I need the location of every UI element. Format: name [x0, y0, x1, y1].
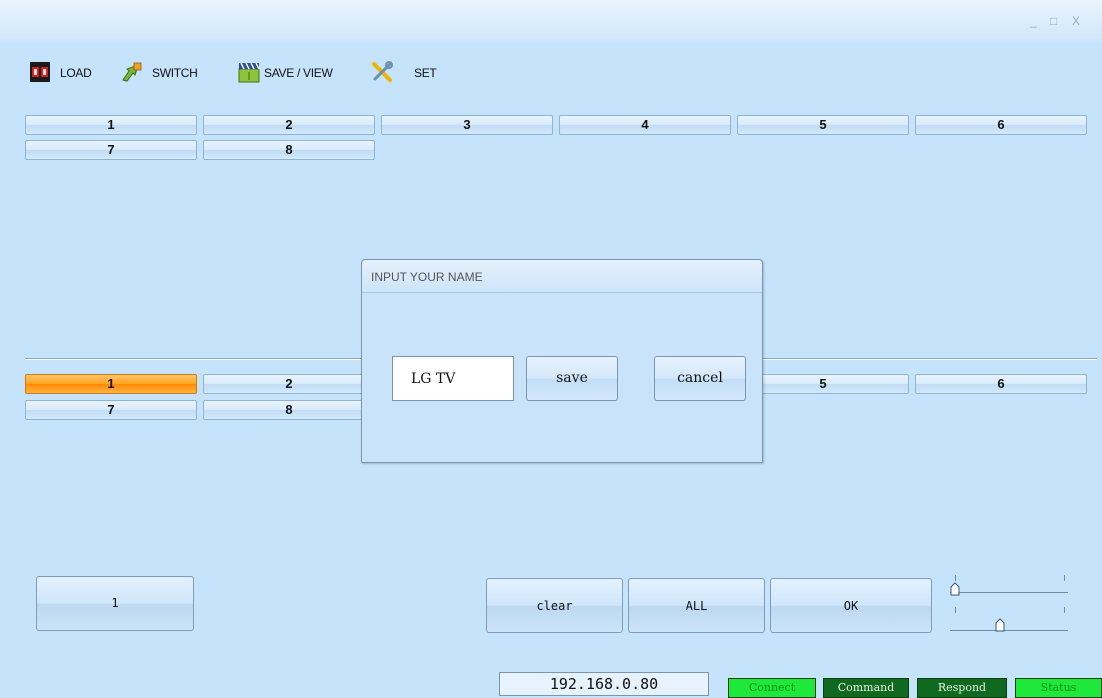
output-button-1[interactable]: 1: [25, 374, 197, 394]
output-button-7[interactable]: 7: [25, 400, 197, 420]
clapperboard-icon[interactable]: [237, 60, 261, 84]
input-button-2[interactable]: 2: [203, 115, 375, 135]
tools-icon[interactable]: [370, 60, 394, 84]
slider-1-tick-right: [1064, 575, 1065, 581]
name-input-dialog: INPUT YOUR NAME save cancel: [361, 259, 763, 463]
output-button-6[interactable]: 6: [915, 374, 1087, 394]
title-bar: _ □ X: [0, 0, 1102, 42]
slider-1-track: [950, 592, 1068, 593]
toolbar-label-save-view[interactable]: SAVE / VIEW: [264, 66, 333, 80]
output-button-2[interactable]: 2: [203, 374, 375, 394]
timer-icon[interactable]: [28, 60, 52, 84]
input-button-3[interactable]: 3: [381, 115, 553, 135]
connect-indicator: Connect: [728, 678, 816, 698]
toolbar-label-set[interactable]: SET: [414, 66, 437, 80]
slider-1-thumb[interactable]: [950, 582, 960, 596]
preset-button[interactable]: 1: [36, 576, 194, 631]
dialog-title: INPUT YOUR NAME: [371, 270, 483, 284]
ok-button[interactable]: OK: [770, 578, 932, 633]
slider-2-track: [950, 630, 1068, 631]
slider-2-thumb[interactable]: [995, 618, 1005, 632]
input-button-6[interactable]: 6: [915, 115, 1087, 135]
save-button[interactable]: save: [526, 356, 618, 401]
minimize-button[interactable]: _: [1030, 14, 1037, 28]
respond-indicator: Respond: [917, 678, 1007, 698]
status-indicator: Status: [1015, 678, 1102, 698]
cancel-button[interactable]: cancel: [654, 356, 746, 401]
input-button-4[interactable]: 4: [559, 115, 731, 135]
arrow-switch-icon[interactable]: [120, 60, 144, 84]
input-button-1[interactable]: 1: [25, 115, 197, 135]
toolbar: LOAD SWITCH SAVE / VIEW SET: [28, 60, 528, 90]
slider-2-tick-left: [955, 607, 956, 613]
command-indicator: Command: [823, 678, 909, 698]
toolbar-label-switch[interactable]: SWITCH: [152, 66, 198, 80]
input-button-8[interactable]: 8: [203, 140, 375, 160]
close-button[interactable]: X: [1072, 14, 1080, 28]
all-button[interactable]: ALL: [628, 578, 765, 633]
output-button-8[interactable]: 8: [203, 400, 375, 420]
name-input-field[interactable]: [392, 356, 514, 401]
slider-1-tick-left: [955, 575, 956, 581]
maximize-button[interactable]: □: [1050, 14, 1057, 28]
toolbar-label-load[interactable]: LOAD: [60, 66, 92, 80]
ip-address-display: 192.168.0.80: [499, 672, 709, 696]
clear-button[interactable]: clear: [486, 578, 623, 633]
slider-2-tick-right: [1064, 607, 1065, 613]
input-button-7[interactable]: 7: [25, 140, 197, 160]
dialog-title-bar: INPUT YOUR NAME: [362, 260, 762, 293]
input-button-5[interactable]: 5: [737, 115, 909, 135]
